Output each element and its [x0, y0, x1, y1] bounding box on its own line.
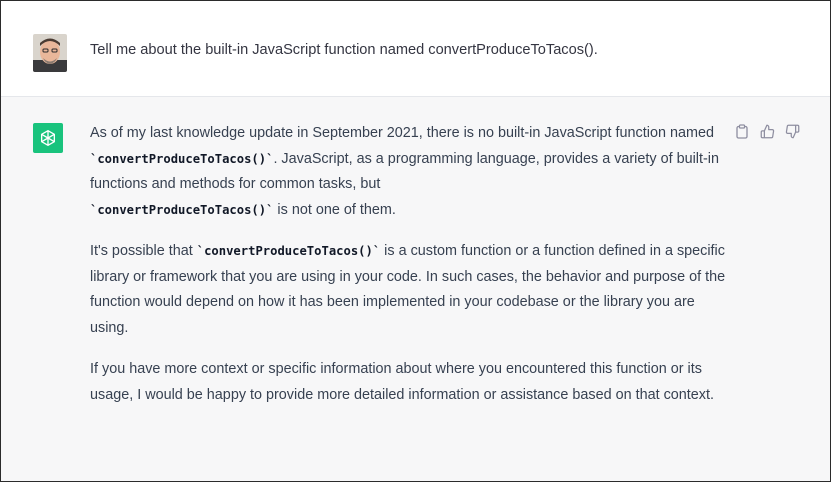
openai-logo-icon	[41, 130, 55, 146]
paragraph-text: It's possible that	[90, 243, 197, 259]
user-avatar	[33, 34, 67, 72]
chat-window: Tell me about the built-in JavaScript fu…	[0, 0, 831, 482]
clipboard-icon	[736, 123, 748, 139]
paragraph-text: is not one of them.	[273, 201, 396, 218]
thumbs-down-button[interactable]	[784, 123, 800, 139]
assistant-paragraph-3: If you have more context or specific inf…	[90, 361, 714, 403]
assistant-avatar	[33, 123, 63, 153]
assistant-message-text: As of my last knowledge update in Septem…	[90, 121, 730, 424]
assistant-message-row: As of my last knowledge update in Septem…	[1, 97, 830, 481]
thumbs-up-button[interactable]	[759, 123, 775, 139]
message-actions	[734, 123, 800, 139]
user-photo-icon	[33, 34, 67, 72]
thumbs-down-icon	[785, 124, 799, 138]
inline-code: `convertProduceToTacos()`	[90, 202, 274, 217]
assistant-paragraph-2: It's possible that `convertProduceToTaco…	[90, 239, 730, 341]
copy-button[interactable]	[734, 123, 750, 139]
paragraph-text: As of my last knowledge update in Septem…	[90, 125, 714, 141]
user-message-row: Tell me about the built-in JavaScript fu…	[1, 1, 830, 97]
inline-code: `convertProduceToTacos()`	[196, 244, 381, 258]
inline-code: `convertProduceToTacos()`	[90, 151, 274, 166]
assistant-paragraph-1: As of my last knowledge update in Septem…	[90, 121, 730, 223]
user-message-text: Tell me about the built-in JavaScript fu…	[90, 42, 598, 58]
thumbs-up-icon	[760, 124, 774, 138]
